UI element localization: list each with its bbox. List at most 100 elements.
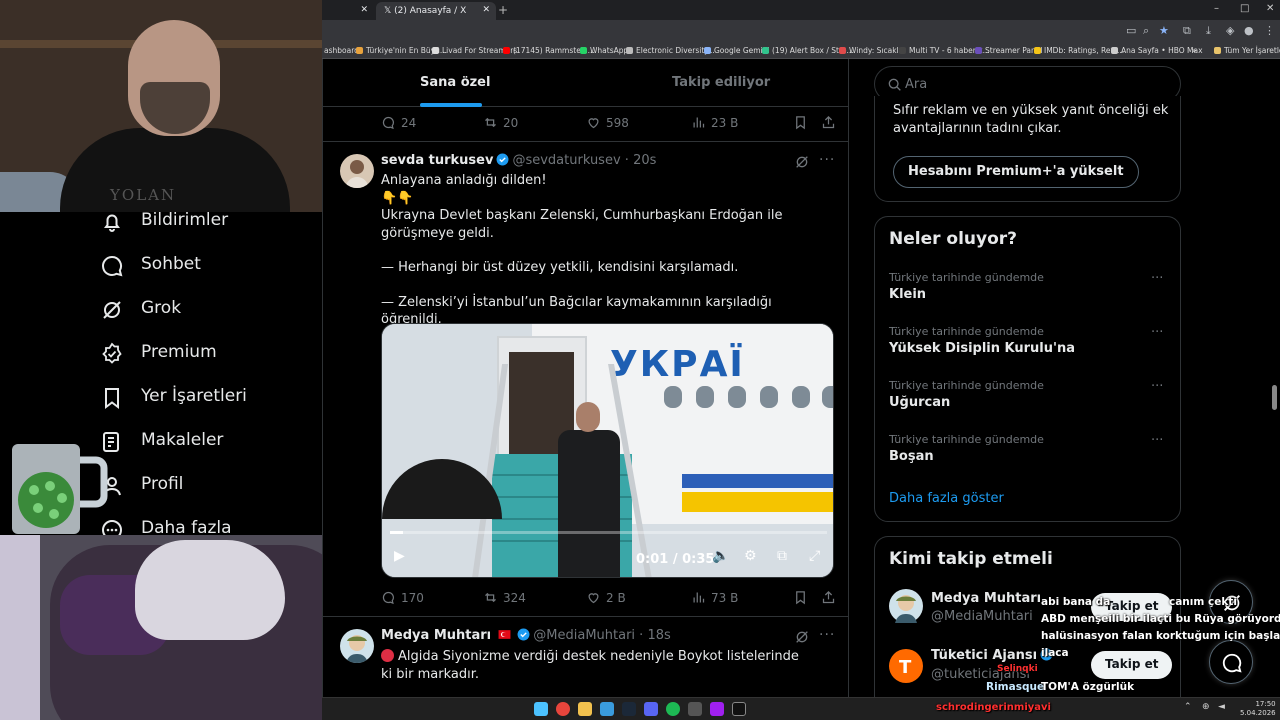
bookmark-item[interactable]: ashboard (324, 46, 359, 55)
new-tab-icon[interactable]: + (498, 3, 508, 17)
grok-icon[interactable] (794, 629, 810, 645)
app-icon[interactable] (710, 702, 724, 716)
suggested-user-name[interactable]: Tüketici Ajansı (931, 648, 1056, 663)
repost-button[interactable]: 324 (483, 590, 526, 605)
bookmark-item[interactable]: Electronic Diversity... (626, 46, 715, 55)
bookmark-item[interactable]: Streamer Panel (975, 46, 1042, 55)
tweet-time[interactable]: 18s (647, 628, 670, 643)
sidebar-item-chat[interactable]: Sohbet (100, 252, 320, 282)
more-options-icon[interactable]: ··· (819, 627, 835, 643)
sidebar-item-grok[interactable]: Grok (100, 296, 320, 326)
file-explorer-icon[interactable] (578, 702, 592, 716)
close-tab-icon[interactable]: ✕ (360, 5, 368, 15)
sidebar-item-premium[interactable]: Premium (100, 340, 320, 370)
zoom-icon[interactable]: ⌕ (1143, 24, 1149, 38)
chrome-icon[interactable] (556, 702, 570, 716)
maximize-icon[interactable]: □ (1240, 3, 1249, 14)
tab-for-you[interactable]: Sana özel (420, 75, 490, 90)
tray-chevron-icon[interactable]: ⌃ (1184, 702, 1192, 712)
all-bookmarks-folder[interactable]: Tüm Yer İşaretleri (1214, 46, 1280, 55)
avatar[interactable] (340, 154, 374, 188)
like-button[interactable]: 2 B (586, 590, 626, 605)
discord-icon[interactable] (644, 702, 658, 716)
show-more-link[interactable]: Daha fazla göster (889, 491, 1004, 506)
grok-icon[interactable] (794, 154, 810, 170)
tweet-author-name[interactable]: Medya Muhtarı (381, 628, 491, 643)
page-scrollbar[interactable] (1272, 385, 1277, 410)
tweet-actions: 170 324 2 B 73 B (381, 590, 841, 608)
bookmark-button[interactable] (793, 590, 813, 605)
close-tab-icon[interactable]: ✕ (482, 5, 490, 15)
tweet-author-handle[interactable]: @sevdaturkusev (512, 153, 620, 168)
tab-following[interactable]: Takip ediliyor (672, 75, 770, 90)
trend-item[interactable]: Boşan (889, 449, 934, 464)
play-icon[interactable]: ▶ (394, 548, 405, 564)
browser-tab-active[interactable]: 𝕏 (2) Anasayfa / X ✕ (376, 2, 496, 20)
avatar[interactable]: T (889, 649, 923, 683)
bookmark-item[interactable]: WhatsApp (580, 46, 628, 55)
avatar[interactable] (340, 629, 374, 663)
bookmark-button[interactable] (793, 115, 813, 130)
share-button[interactable] (821, 115, 841, 130)
sidebar-item-notifications[interactable]: Bildirimler (100, 208, 320, 238)
heart-icon (588, 593, 599, 604)
video-progress-bar[interactable] (390, 531, 827, 534)
windows-start-icon[interactable] (534, 702, 548, 716)
more-options-icon[interactable]: ··· (819, 152, 835, 168)
more-bookmarks-icon[interactable]: » (1192, 46, 1197, 55)
messages-fab-button[interactable] (1209, 640, 1253, 684)
trend-item[interactable]: Uğurcan (889, 395, 950, 410)
bookmark-item[interactable]: Google Gemini (704, 46, 770, 55)
trend-more-icon[interactable]: ··· (1151, 325, 1163, 340)
trend-item[interactable]: Yüksek Disiplin Kurulu'na (889, 341, 1075, 356)
views-button[interactable]: 23 B (691, 115, 738, 130)
suggested-user-name[interactable]: Medya Muhtarı (931, 591, 1041, 606)
reply-button[interactable]: 24 (381, 115, 416, 130)
trend-more-icon[interactable]: ··· (1151, 379, 1163, 394)
sidebar-item-profile[interactable]: Profil (100, 472, 320, 502)
tweet-text: Anlayana anladığı dilden! 👇👇 Ukrayna Dev… (381, 172, 831, 329)
share-button[interactable] (821, 590, 841, 605)
epic-games-icon[interactable] (688, 702, 702, 716)
extensions-icon[interactable]: ⧉ (1183, 24, 1191, 38)
volume-icon[interactable]: ◄ (1218, 702, 1225, 712)
extension-icon[interactable]: ◈ (1226, 24, 1234, 37)
fullscreen-icon[interactable]: ⤢ (809, 548, 820, 564)
profile-icon[interactable]: ● (1244, 24, 1254, 37)
close-window-icon[interactable]: ✕ (1266, 3, 1274, 14)
sidebar-item-bookmarks[interactable]: Yer İşaretleri (100, 384, 320, 414)
sidebar-item-articles[interactable]: Makaleler (100, 428, 320, 458)
bookmark-item[interactable]: Ana Sayfa • HBO Max (1111, 46, 1203, 55)
star-icon[interactable]: ★ (1159, 24, 1169, 37)
minimize-icon[interactable]: – (1214, 3, 1219, 14)
menu-icon[interactable]: ⋮ (1264, 24, 1275, 37)
tweet-author-handle[interactable]: @MediaMuhtari (533, 628, 635, 643)
upgrade-premium-button[interactable]: Hesabını Premium+'a yükselt (893, 156, 1139, 188)
app-icon[interactable] (732, 702, 746, 716)
browser-tab[interactable]: ✕ (330, 2, 374, 20)
app-icon[interactable] (600, 702, 614, 716)
chat-username: Selinqki (997, 664, 1038, 674)
network-icon[interactable]: ⊕ (1202, 702, 1210, 712)
bookmark-item[interactable]: Windy: Sıcaklık (839, 46, 905, 55)
tweet-time[interactable]: 20s (633, 153, 656, 168)
trend-more-icon[interactable]: ··· (1151, 433, 1163, 448)
system-clock[interactable]: 17:50 5.04.2026 (1240, 700, 1276, 718)
cast-icon[interactable]: ▭ (1126, 24, 1136, 37)
picture-in-picture-icon[interactable]: ⧉ (777, 548, 787, 564)
volume-icon[interactable]: 🔈 (712, 548, 729, 564)
follow-button[interactable]: Takip et (1091, 651, 1173, 679)
spotify-icon[interactable] (666, 702, 680, 716)
tweet-video[interactable]: УКРАЇ ▶ 0:01 / 0:35 🔈 ⚙ ⧉ ⤢ (381, 323, 834, 578)
download-icon[interactable]: ⤓ (1206, 24, 1211, 38)
like-button[interactable]: 598 (586, 115, 629, 130)
repost-button[interactable]: 20 (483, 115, 518, 130)
reply-button[interactable]: 170 (381, 590, 424, 605)
trend-item[interactable]: Klein (889, 287, 926, 302)
steam-icon[interactable] (622, 702, 636, 716)
settings-gear-icon[interactable]: ⚙ (744, 548, 757, 564)
views-button[interactable]: 73 B (691, 590, 738, 605)
trend-more-icon[interactable]: ··· (1151, 271, 1163, 286)
avatar[interactable] (889, 589, 923, 623)
tweet-author-name[interactable]: sevda turkusev (381, 153, 493, 168)
